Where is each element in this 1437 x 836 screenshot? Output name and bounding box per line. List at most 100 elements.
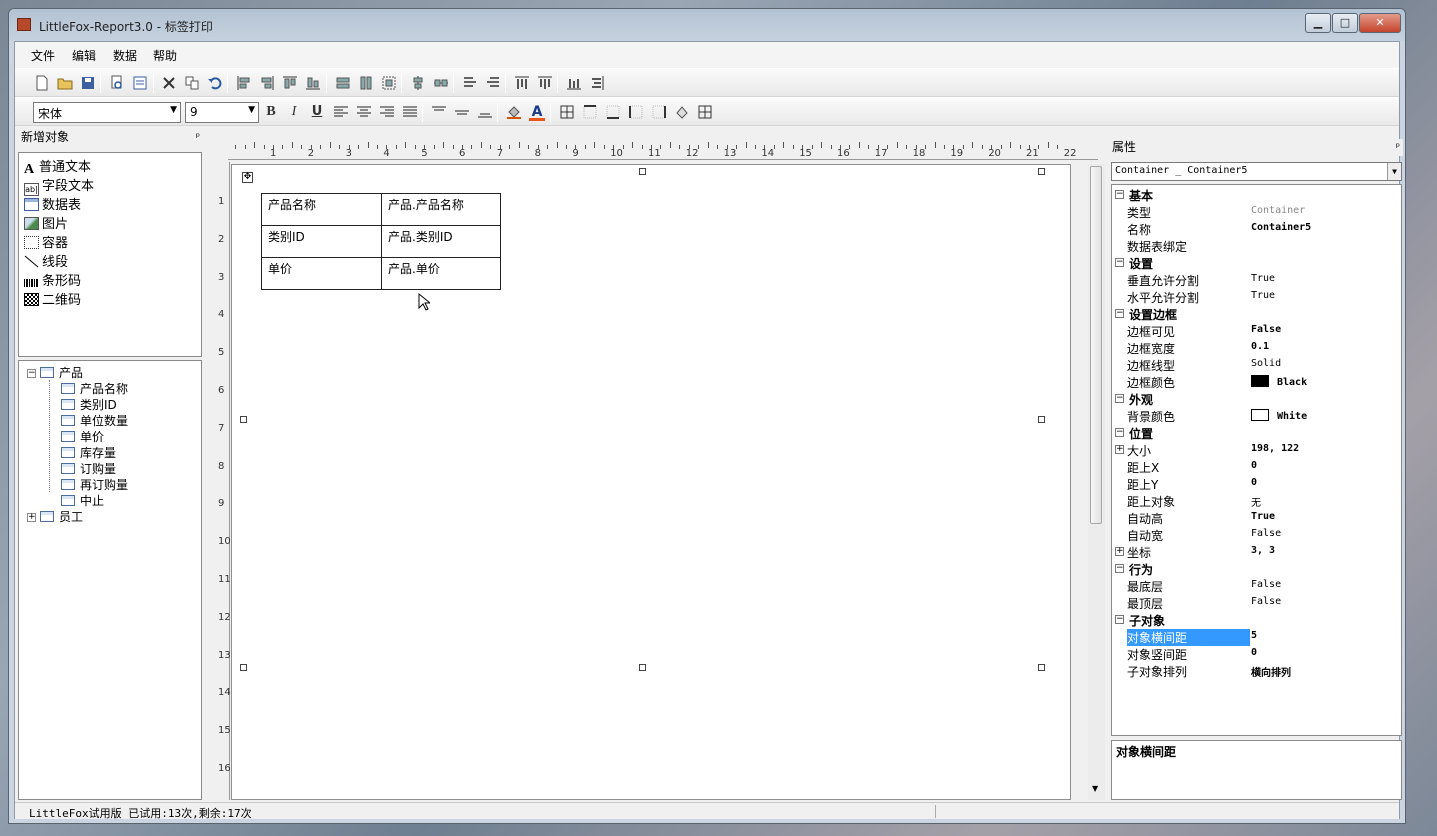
font-size-combo[interactable]: 9 ▼ <box>185 102 259 123</box>
fill-color-icon[interactable] <box>505 103 523 121</box>
align-text-left-icon[interactable] <box>332 103 350 121</box>
property-value[interactable]: Solid <box>1251 358 1281 369</box>
collapse-icon[interactable]: − <box>1115 190 1124 199</box>
property-category[interactable]: 设置边框 <box>1129 306 1177 323</box>
label-cell[interactable]: 产品名称 <box>261 193 382 226</box>
property-value[interactable]: White <box>1251 409 1307 422</box>
same-width-icon[interactable] <box>334 74 352 92</box>
property-category[interactable]: 基本 <box>1129 187 1153 204</box>
property-value[interactable]: 3, 3 <box>1251 545 1275 556</box>
cut-icon[interactable] <box>160 74 178 92</box>
resize-handle[interactable] <box>240 416 247 423</box>
tool-data-table[interactable]: 数据表 <box>24 194 81 213</box>
property-name[interactable]: 距上Y <box>1127 476 1158 493</box>
undo-icon[interactable] <box>206 74 224 92</box>
object-selector-combo[interactable]: Container _ Container5 ▼ <box>1111 162 1402 181</box>
property-value[interactable]: Container5 <box>1251 222 1311 233</box>
italic-button[interactable]: I <box>285 103 303 121</box>
font-color-button[interactable]: A <box>528 103 546 121</box>
open-folder-icon[interactable] <box>56 74 74 92</box>
tool-field-text[interactable]: ab| 字段文本 <box>24 175 94 196</box>
underline-button[interactable]: U <box>308 103 326 121</box>
tool-text[interactable]: A 普通文本 <box>24 156 91 177</box>
valign-top-icon[interactable] <box>430 103 448 121</box>
property-name[interactable]: 自动高 <box>1127 510 1163 527</box>
print-preview-icon[interactable] <box>108 74 126 92</box>
canvas-vertical-scrollbar[interactable]: ▼ <box>1088 164 1105 800</box>
collapse-icon[interactable]: − <box>27 369 36 378</box>
tree-node-employees[interactable]: 员工 <box>40 508 83 524</box>
tool-image[interactable]: 图片 <box>24 213 68 232</box>
property-name[interactable]: 水平允许分割 <box>1127 289 1199 306</box>
valign-bottom-icon[interactable] <box>476 103 494 121</box>
property-category[interactable]: 子对象 <box>1129 612 1165 629</box>
bring-front-icon[interactable] <box>565 74 583 92</box>
resize-handle[interactable] <box>1038 416 1045 423</box>
resize-handle[interactable] <box>639 664 646 671</box>
property-value[interactable]: True <box>1251 290 1275 301</box>
label-cell[interactable]: 类别ID <box>261 225 382 258</box>
property-value[interactable]: 0 <box>1251 460 1257 471</box>
collapse-icon[interactable]: − <box>1115 258 1124 267</box>
align-right-icon[interactable] <box>258 74 276 92</box>
align-text-center-icon[interactable] <box>355 103 373 121</box>
property-name[interactable]: 类型 <box>1127 204 1151 221</box>
tree-leaf[interactable]: 类别ID <box>61 396 117 412</box>
space-vertical-icon[interactable] <box>484 74 502 92</box>
property-value[interactable]: True <box>1251 273 1275 284</box>
property-category[interactable]: 位置 <box>1129 425 1153 442</box>
property-category[interactable]: 设置 <box>1129 255 1153 272</box>
tree-leaf[interactable]: 库存量 <box>61 444 116 460</box>
same-size-icon[interactable] <box>380 74 398 92</box>
center-horizontal-icon[interactable] <box>432 74 450 92</box>
justify-text-icon[interactable] <box>401 103 419 121</box>
resize-handle[interactable] <box>1038 168 1045 175</box>
property-value[interactable]: False <box>1251 596 1281 607</box>
chevron-down-icon[interactable]: ▼ <box>1387 163 1401 180</box>
property-name[interactable]: 最顶层 <box>1127 595 1163 612</box>
property-value[interactable]: False <box>1251 528 1281 539</box>
property-value[interactable]: False <box>1251 579 1281 590</box>
property-value[interactable]: 198, 122 <box>1251 443 1299 454</box>
align-text-right-icon[interactable] <box>378 103 396 121</box>
property-value[interactable]: 0 <box>1251 477 1257 488</box>
property-name[interactable]: 数据表绑定 <box>1127 238 1187 255</box>
property-name[interactable]: 自动宽 <box>1127 527 1163 544</box>
tree-leaf[interactable]: 再订购量 <box>61 476 128 492</box>
expand-icon[interactable]: + <box>27 513 36 522</box>
property-value[interactable]: 5 <box>1251 630 1257 641</box>
font-name-combo[interactable]: 宋体 ▼ <box>33 102 181 123</box>
align-left-icon[interactable] <box>235 74 253 92</box>
new-file-icon[interactable] <box>33 74 51 92</box>
design-canvas[interactable]: ✥ 产品名称 产品.产品名称 类别ID 产品.类别ID 单价 产品.单价 <box>231 164 1071 800</box>
property-value[interactable]: Black <box>1251 375 1307 388</box>
same-height-icon[interactable] <box>357 74 375 92</box>
property-name[interactable]: 背景颜色 <box>1127 408 1175 425</box>
align-bottom-icon[interactable] <box>304 74 322 92</box>
property-value[interactable]: 横向排列 <box>1251 664 1291 679</box>
field-cell[interactable]: 产品.类别ID <box>381 225 501 258</box>
property-name[interactable]: 距上X <box>1127 459 1159 476</box>
property-name[interactable]: 子对象排列 <box>1127 663 1187 680</box>
collapse-icon[interactable]: − <box>1115 564 1124 573</box>
distribute-bottom-icon[interactable] <box>536 74 554 92</box>
tree-leaf[interactable]: 中止 <box>61 492 104 508</box>
menu-data[interactable]: 数据 <box>113 47 137 64</box>
center-vertical-icon[interactable] <box>409 74 427 92</box>
tool-qrcode[interactable]: 二维码 <box>24 289 81 308</box>
property-value[interactable]: 0 <box>1251 647 1257 658</box>
tool-line[interactable]: 线段 <box>24 251 68 270</box>
tree-leaf[interactable]: 单价 <box>61 428 104 444</box>
tree-node-products[interactable]: 产品 <box>40 364 83 380</box>
property-category[interactable]: 行为 <box>1129 561 1153 578</box>
property-name[interactable]: 边框可见 <box>1127 323 1175 340</box>
tree-leaf[interactable]: 订购量 <box>61 460 116 476</box>
maximize-button[interactable]: □ <box>1332 13 1358 33</box>
scroll-thumb[interactable] <box>1090 166 1102 524</box>
resize-handle[interactable] <box>240 664 247 671</box>
label-cell[interactable]: 单价 <box>261 257 382 290</box>
border-none-icon[interactable] <box>696 103 714 121</box>
expand-icon[interactable]: + <box>1115 445 1124 454</box>
tool-container[interactable]: 容器 <box>24 232 68 251</box>
copy-icon[interactable] <box>183 74 201 92</box>
